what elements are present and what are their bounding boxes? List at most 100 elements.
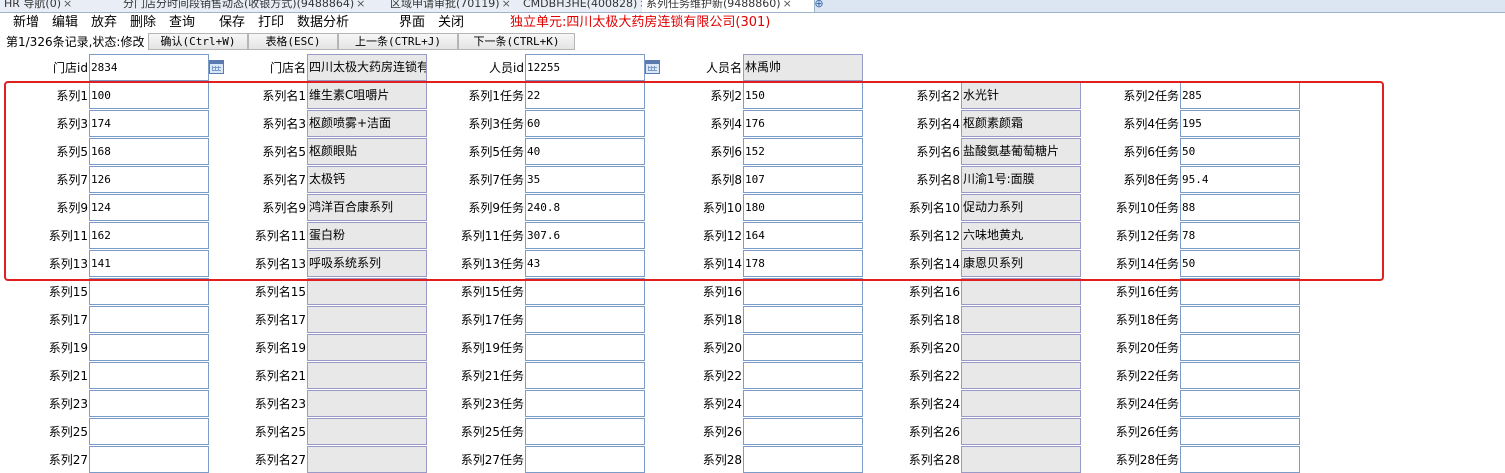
series-12-field[interactable]: 164 [743,222,863,249]
series-1-task-field[interactable]: 22 [525,82,645,109]
staff-name-field[interactable]: 林禹帅 [743,54,863,81]
series-name-1-field[interactable]: 维生素C咀嚼片 [307,82,427,109]
series-17-task-field[interactable] [525,306,645,333]
series-17-field[interactable] [89,306,209,333]
series-25-task-field[interactable] [525,418,645,445]
series-name-13-field[interactable]: 呼吸系统系列 [307,250,427,277]
series-22-field[interactable] [743,362,863,389]
series-15-field[interactable] [89,278,209,305]
series-name-7-field[interactable]: 太极钙 [307,166,427,193]
series-2-field[interactable]: 150 [743,82,863,109]
lookup-icon[interactable] [209,60,224,74]
series-5-field[interactable]: 168 [89,138,209,165]
close-icon[interactable]: × [63,0,72,10]
series-13-task-field[interactable]: 43 [525,250,645,277]
series-name-20-field[interactable] [961,334,1081,361]
menu-save[interactable]: 保存 [219,15,245,31]
menu-ui[interactable]: 界面 [399,15,425,31]
series-name-18-field[interactable] [961,306,1081,333]
series-11-task-field[interactable]: 307.6 [525,222,645,249]
tab-sales-dynamics[interactable]: 分门店分时间段销售动态(收银方式)(9488864) × [119,0,390,12]
series-21-task-field[interactable] [525,362,645,389]
series-name-24-field[interactable] [961,390,1081,417]
series-25-field[interactable] [89,418,209,445]
store-name-field[interactable]: 四川太极大药房连锁有 [307,54,427,81]
series-13-field[interactable]: 141 [89,250,209,277]
series-name-25-field[interactable] [307,418,427,445]
table-button[interactable]: 表格(ESC) [248,33,338,50]
series-20-task-field[interactable] [1180,334,1300,361]
series-name-19-field[interactable] [307,334,427,361]
tab-series-task[interactable]: 系列任务维护新(9488860) × [642,0,815,12]
series-6-task-field[interactable]: 50 [1180,138,1300,165]
series-15-task-field[interactable] [525,278,645,305]
store-id-field[interactable]: 2834 [89,54,209,81]
series-name-10-field[interactable]: 促动力系列 [961,194,1081,221]
series-12-task-field[interactable]: 78 [1180,222,1300,249]
series-16-field[interactable] [743,278,863,305]
series-1-field[interactable]: 100 [89,82,209,109]
staff-id-field[interactable]: 12255 [525,54,645,81]
series-name-26-field[interactable] [961,418,1081,445]
close-icon[interactable]: × [502,0,511,10]
series-name-8-field[interactable]: 川渝1号:面膜 [961,166,1081,193]
series-16-task-field[interactable] [1180,278,1300,305]
series-4-task-field[interactable]: 195 [1180,110,1300,137]
series-8-task-field[interactable]: 95.4 [1180,166,1300,193]
series-9-task-field[interactable]: 240.8 [525,194,645,221]
series-24-field[interactable] [743,390,863,417]
tab-hr-nav[interactable]: HR 导航(0) × [0,0,123,12]
series-name-3-field[interactable]: 枢颜喷雾+洁面 [307,110,427,137]
confirm-button[interactable]: 确认(Ctrl+W) [148,33,248,50]
series-14-field[interactable]: 178 [743,250,863,277]
series-23-task-field[interactable] [525,390,645,417]
series-name-23-field[interactable] [307,390,427,417]
menu-data-analysis[interactable]: 数据分析 [297,15,349,31]
series-10-task-field[interactable]: 88 [1180,194,1300,221]
series-name-21-field[interactable] [307,362,427,389]
series-name-4-field[interactable]: 枢颜素颜霜 [961,110,1081,137]
series-23-field[interactable] [89,390,209,417]
series-19-field[interactable] [89,334,209,361]
series-name-11-field[interactable]: 蛋白粉 [307,222,427,249]
series-7-task-field[interactable]: 35 [525,166,645,193]
series-name-6-field[interactable]: 盐酸氨基葡萄糖片 [961,138,1081,165]
series-10-field[interactable]: 180 [743,194,863,221]
series-7-field[interactable]: 126 [89,166,209,193]
next-record-button[interactable]: 下一条(CTRL+K) [458,33,575,50]
series-name-22-field[interactable] [961,362,1081,389]
close-icon[interactable]: × [356,0,365,10]
menu-edit[interactable]: 编辑 [52,15,78,31]
series-name-14-field[interactable]: 康恩贝系列 [961,250,1081,277]
series-18-field[interactable] [743,306,863,333]
series-name-15-field[interactable] [307,278,427,305]
tab-region-approval[interactable]: 区域申请审批(70119) × [386,0,523,12]
series-name-2-field[interactable]: 水光针 [961,82,1081,109]
series-18-task-field[interactable] [1180,306,1300,333]
series-21-field[interactable] [89,362,209,389]
series-9-field[interactable]: 124 [89,194,209,221]
series-26-task-field[interactable] [1180,418,1300,445]
close-icon[interactable]: × [783,0,792,10]
series-14-task-field[interactable]: 50 [1180,250,1300,277]
menu-new[interactable]: 新增 [13,15,39,31]
series-5-task-field[interactable]: 40 [525,138,645,165]
series-4-field[interactable]: 176 [743,110,863,137]
series-22-task-field[interactable] [1180,362,1300,389]
menu-print[interactable]: 打印 [258,15,284,31]
tab-cmdb[interactable]: CMDBH3HE(400828)× [519,0,646,12]
series-3-field[interactable]: 174 [89,110,209,137]
series-19-task-field[interactable] [525,334,645,361]
series-3-task-field[interactable]: 60 [525,110,645,137]
add-tab-icon[interactable]: ⊕ [812,0,826,12]
series-name-5-field[interactable]: 枢颜眼贴 [307,138,427,165]
prev-record-button[interactable]: 上一条(CTRL+J) [338,33,458,50]
menu-delete[interactable]: 删除 [130,15,156,31]
series-11-field[interactable]: 162 [89,222,209,249]
lookup-icon[interactable] [645,60,660,74]
menu-close[interactable]: 关闭 [438,15,464,31]
menu-discard[interactable]: 放弃 [91,15,117,31]
series-8-field[interactable]: 107 [743,166,863,193]
series-name-16-field[interactable] [961,278,1081,305]
series-2-task-field[interactable]: 285 [1180,82,1300,109]
